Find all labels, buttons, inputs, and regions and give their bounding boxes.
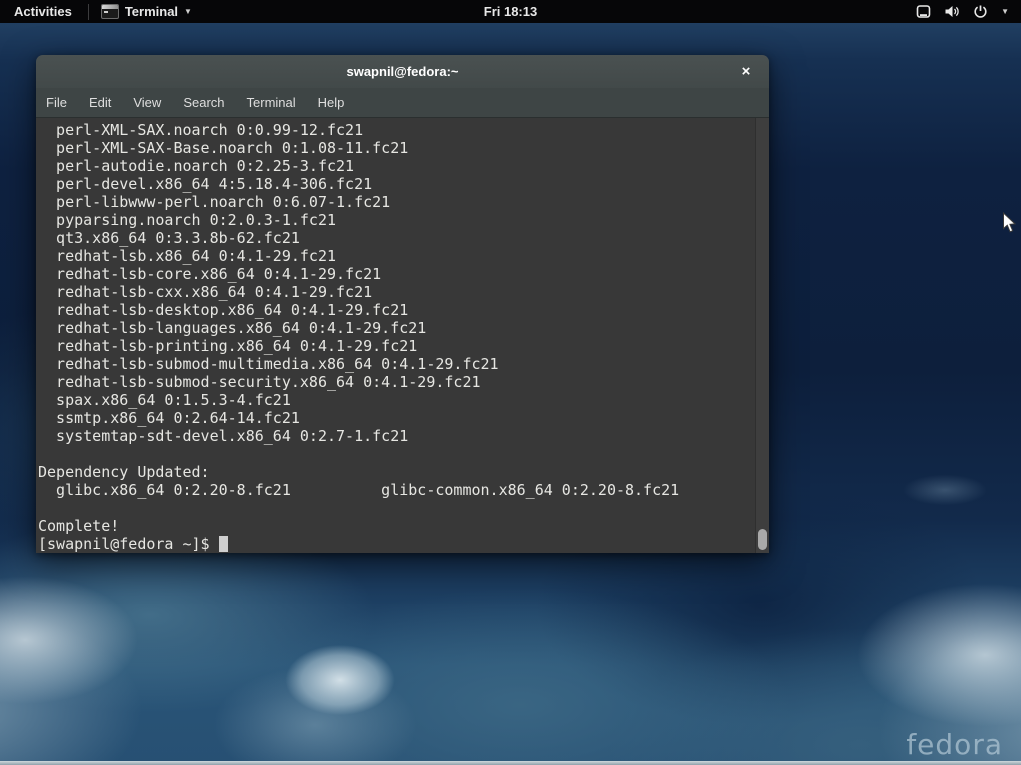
menu-item-help[interactable]: Help [318,95,345,110]
top-bar: Activities Terminal ▼ Fri 18:13 ▼ [0,0,1021,23]
terminal-screen[interactable]: perl-XML-SAX.noarch 0:0.99-12.fc21 perl-… [36,118,769,553]
app-menu-button[interactable]: Terminal ▼ [91,0,202,23]
activities-button[interactable]: Activities [0,0,86,23]
prompt-line: [swapnil@fedora ~]$ [38,535,769,553]
terminal-output: perl-XML-SAX.noarch 0:0.99-12.fc21 perl-… [38,121,769,535]
terminal-app-icon [101,4,119,19]
wallpaper-bottom-strip [0,761,1021,765]
top-bar-separator [88,4,89,20]
menu-item-search[interactable]: Search [183,95,224,110]
menu-item-file[interactable]: File [46,95,67,110]
window-titlebar[interactable]: swapnil@fedora:~ × [36,55,769,88]
top-bar-left: Activities Terminal ▼ [0,0,202,23]
chevron-down-icon: ▼ [1001,7,1009,16]
power-icon [973,4,988,19]
status-area[interactable]: ▼ [904,0,1021,23]
app-menu-label: Terminal [125,4,178,19]
scrollbar-thumb[interactable] [758,529,767,550]
desktop: fedora Activities Terminal ▼ Fri 18:13 ▼ [0,0,1021,765]
terminal-cursor [219,536,228,552]
shell-prompt: [swapnil@fedora ~]$ [38,535,219,553]
display-icon [916,4,931,19]
terminal-window: swapnil@fedora:~ × File Edit View Search Ter… [36,55,769,553]
scrollbar-track[interactable] [755,118,769,553]
volume-icon [944,4,960,19]
window-title: swapnil@fedora:~ [346,64,458,79]
menubar: File Edit View Search Terminal Help [36,88,769,118]
chevron-down-icon: ▼ [184,7,192,16]
menu-item-edit[interactable]: Edit [89,95,111,110]
close-button[interactable]: × [733,55,759,88]
menu-item-terminal[interactable]: Terminal [247,95,296,110]
menu-item-view[interactable]: View [133,95,161,110]
fedora-watermark: fedora [906,728,1003,761]
